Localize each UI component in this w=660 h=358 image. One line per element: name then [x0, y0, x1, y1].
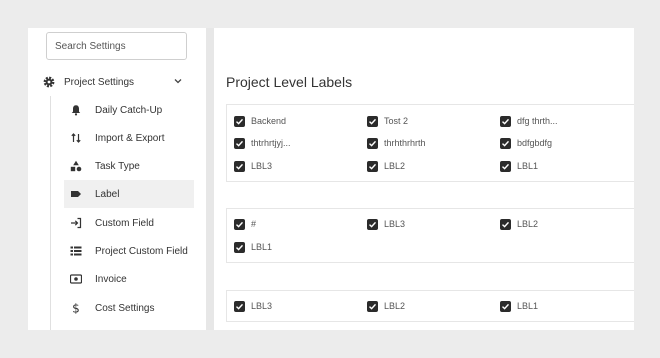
- label-checkbox-item[interactable]: Backend: [234, 114, 286, 128]
- sidebar-item-task-type[interactable]: Task Type: [64, 152, 194, 180]
- dollar-icon: $: [70, 302, 82, 314]
- checkbox-checked-icon[interactable]: [500, 160, 511, 172]
- label-text: LBL2: [384, 161, 406, 171]
- sidebar-item-cost-settings[interactable]: $ Cost Settings: [64, 294, 194, 322]
- list-icon: [70, 245, 82, 257]
- label-checkbox-item[interactable]: Tost 2: [367, 114, 408, 128]
- checkbox-checked-icon[interactable]: [500, 218, 511, 230]
- chevron-down-icon[interactable]: [172, 75, 184, 87]
- sidebar-item-label: Cost Settings: [95, 302, 155, 314]
- checkbox-checked-icon[interactable]: [234, 241, 245, 253]
- label-checkbox-item[interactable]: LBL2: [500, 217, 538, 231]
- label-text: LBL1: [517, 301, 539, 311]
- label-text: LBL3: [384, 219, 406, 229]
- label-checkbox-item[interactable]: LBL3: [367, 217, 405, 231]
- sidebar-divider: [206, 28, 214, 330]
- sidebar-item-custom-field[interactable]: Custom Field: [64, 209, 194, 237]
- label-checkbox-item[interactable]: LBL1: [234, 240, 272, 254]
- gear-icon: [42, 75, 56, 89]
- label-checkbox-item[interactable]: LBL3: [234, 299, 272, 313]
- label-card-2: # LBL3 LBL2 LBL1: [226, 208, 634, 263]
- sidebar-item-import-export[interactable]: Import & Export: [64, 124, 194, 152]
- field-enter-icon: [70, 217, 82, 229]
- settings-panel: Project Settings Daily Catch-Up Import &…: [28, 28, 634, 330]
- label-text: thrhthrhrth: [384, 138, 426, 148]
- main-content: Project Level Labels Backend Tost 2 dfg …: [214, 28, 634, 330]
- settings-sidebar: Project Settings Daily Catch-Up Import &…: [28, 28, 206, 330]
- checkbox-checked-icon[interactable]: [367, 137, 378, 149]
- project-settings-label: Project Settings: [64, 76, 135, 88]
- arrows-swap-icon: [70, 132, 82, 144]
- checkbox-checked-icon[interactable]: [500, 300, 511, 312]
- checkbox-checked-icon[interactable]: [234, 115, 245, 127]
- label-checkbox-item[interactable]: thrhthrhrth: [367, 136, 426, 150]
- sidebar-item-label: Import & Export: [95, 132, 165, 144]
- checkbox-checked-icon[interactable]: [367, 160, 378, 172]
- page-title: Project Level Labels: [226, 74, 353, 90]
- checkbox-checked-icon[interactable]: [234, 218, 245, 230]
- sidebar-item-label: Custom Field: [95, 217, 154, 229]
- project-settings-group[interactable]: Project Settings: [42, 72, 190, 92]
- label-text: LBL3: [251, 161, 273, 171]
- sidebar-item-project-custom-field[interactable]: Project Custom Field: [64, 237, 194, 265]
- checkbox-checked-icon[interactable]: [234, 300, 245, 312]
- invoice-icon: [70, 273, 82, 285]
- label-checkbox-item[interactable]: LBL3: [234, 159, 272, 173]
- checkbox-checked-icon[interactable]: [234, 137, 245, 149]
- svg-text:$: $: [72, 302, 80, 314]
- label-card-1: Backend Tost 2 dfg thrth... thtrhrtjyj..…: [226, 104, 634, 182]
- sidebar-item-label: Task Type: [95, 160, 140, 172]
- label-text: LBL3: [251, 301, 273, 311]
- label-text: #: [251, 219, 257, 229]
- label-checkbox-item[interactable]: bdfgbdfg: [500, 136, 552, 150]
- label-text: bdfgbdfg: [517, 138, 553, 148]
- label-text: LBL2: [384, 301, 406, 311]
- sidebar-item-label[interactable]: Label: [64, 180, 194, 208]
- sidebar-item-label-text: Label: [95, 188, 120, 200]
- tree-line: [50, 96, 51, 330]
- label-text: Tost 2: [384, 116, 409, 126]
- label-checkbox-item[interactable]: LBL2: [367, 159, 405, 173]
- label-card-3: LBL3 LBL2 LBL1: [226, 290, 634, 322]
- sidebar-item-daily-catch-up[interactable]: Daily Catch-Up: [64, 96, 194, 124]
- label-checkbox-item[interactable]: dfg thrth...: [500, 114, 558, 128]
- label-text: LBL1: [517, 161, 539, 171]
- label-checkbox-item[interactable]: #: [234, 217, 256, 231]
- label-text: dfg thrth...: [517, 116, 558, 126]
- sidebar-item-label: Project Custom Field: [95, 245, 188, 257]
- checkbox-checked-icon[interactable]: [367, 218, 378, 230]
- label-checkbox-item[interactable]: LBL2: [367, 299, 405, 313]
- checkbox-checked-icon[interactable]: [500, 137, 511, 149]
- checkbox-checked-icon[interactable]: [367, 300, 378, 312]
- sidebar-item-label: Daily Catch-Up: [95, 104, 163, 116]
- label-text: LBL2: [517, 219, 539, 229]
- tag-icon: [70, 188, 82, 200]
- checkbox-checked-icon[interactable]: [367, 115, 378, 127]
- label-checkbox-item[interactable]: LBL1: [500, 299, 538, 313]
- label-text: Backend: [251, 116, 287, 126]
- label-checkbox-item[interactable]: thtrhrtjyj...: [234, 136, 291, 150]
- search-settings-input[interactable]: [46, 32, 187, 60]
- label-text: thtrhrtjyj...: [251, 138, 291, 148]
- checkbox-checked-icon[interactable]: [500, 115, 511, 127]
- bell-icon: [70, 104, 82, 116]
- sidebar-item-invoice[interactable]: Invoice: [64, 265, 194, 293]
- label-checkbox-item[interactable]: LBL1: [500, 159, 538, 173]
- checkbox-checked-icon[interactable]: [234, 160, 245, 172]
- sidebar-item-label: Invoice: [95, 273, 127, 285]
- label-text: LBL1: [251, 242, 273, 252]
- shapes-icon: [70, 160, 82, 172]
